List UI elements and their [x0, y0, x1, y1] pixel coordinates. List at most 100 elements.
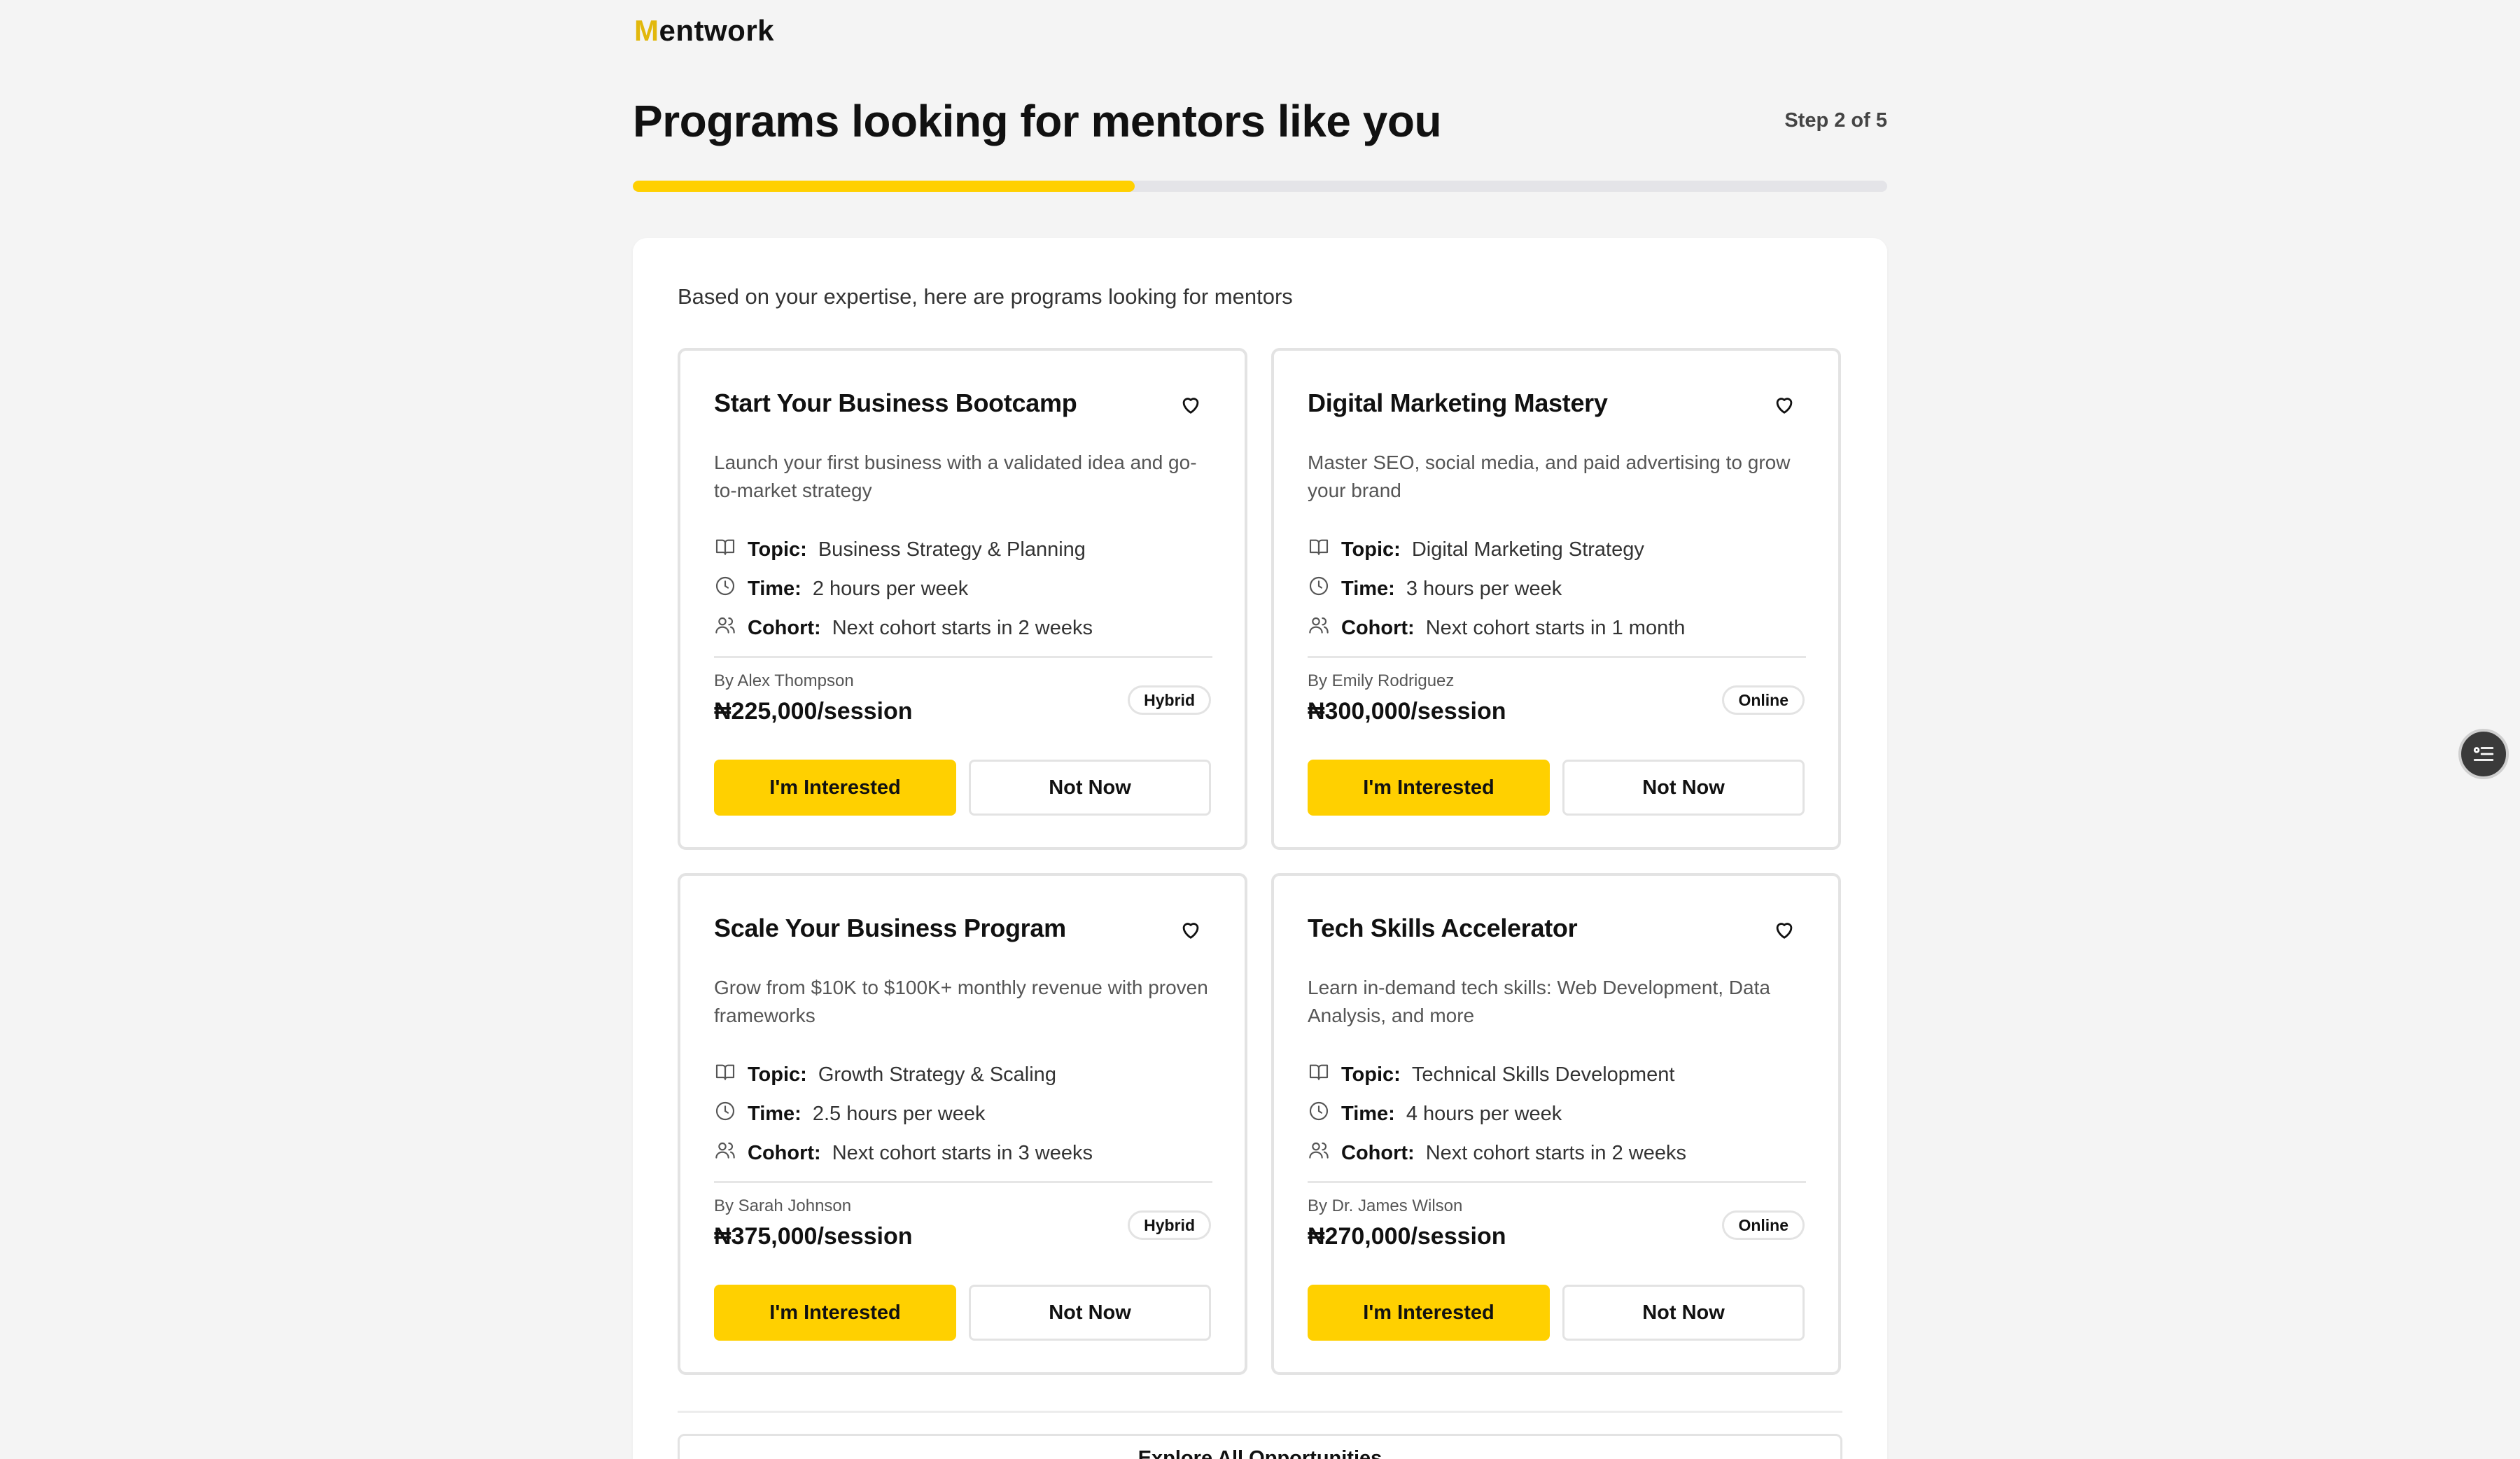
program-card: Start Your Business Bootcamp Launch your…: [678, 348, 1247, 850]
time-value: 2 hours per week: [812, 577, 969, 600]
program-author: By Sarah Johnson: [714, 1196, 852, 1215]
cohort-label: Cohort:: [748, 616, 821, 639]
interested-button[interactable]: I'm Interested: [714, 760, 956, 816]
cohort-row: Cohort: Next cohort starts in 2 weeks: [1308, 1139, 1686, 1167]
topic-value: Technical Skills Development: [1411, 1063, 1675, 1086]
time-label: Time:: [748, 1102, 802, 1125]
program-title: Start Your Business Bootcamp: [714, 389, 1077, 417]
explore-all-button[interactable]: Explore All Opportunities: [678, 1434, 1842, 1459]
time-value: 2.5 hours per week: [812, 1102, 986, 1125]
program-title: Digital Marketing Mastery: [1308, 389, 1608, 417]
topic-value: Growth Strategy & Scaling: [818, 1063, 1056, 1086]
topic-label: Topic:: [748, 1063, 807, 1086]
heart-icon[interactable]: [1179, 393, 1203, 417]
mode-badge: Hybrid: [1128, 685, 1211, 715]
page-title: Programs looking for mentors like you: [633, 96, 1442, 146]
card-divider: [714, 656, 1212, 658]
program-card: Tech Skills Accelerator Learn in-demand …: [1271, 873, 1841, 1375]
time-row: Time: 2.5 hours per week: [714, 1100, 985, 1128]
program-description: Master SEO, social media, and paid adver…: [1308, 452, 1791, 501]
book-icon: [714, 536, 748, 564]
program-description: Grow from $10K to $100K+ monthly revenue…: [714, 977, 1208, 1026]
cohort-value: Next cohort starts in 3 weeks: [832, 1141, 1093, 1164]
program-price: ₦375,000/session: [714, 1223, 913, 1250]
program-author: By Dr. James Wilson: [1308, 1196, 1463, 1215]
logo-text: entwork: [659, 14, 775, 47]
topic-row: Topic: Business Strategy & Planning: [714, 536, 1086, 564]
time-row: Time: 2 hours per week: [714, 575, 968, 603]
heart-icon[interactable]: [1772, 918, 1796, 942]
topic-row: Topic: Technical Skills Development: [1308, 1061, 1674, 1089]
topic-label: Topic:: [748, 538, 807, 561]
users-icon: [714, 614, 748, 642]
mode-badge: Hybrid: [1128, 1210, 1211, 1240]
clock-icon: [1308, 575, 1341, 603]
cohort-value: Next cohort starts in 1 month: [1425, 616, 1686, 639]
book-icon: [1308, 536, 1341, 564]
topic-value: Business Strategy & Planning: [818, 538, 1086, 561]
program-card: Digital Marketing Mastery Master SEO, so…: [1271, 348, 1841, 850]
time-value: 3 hours per week: [1406, 577, 1562, 600]
mode-badge: Online: [1722, 1210, 1805, 1240]
progress-fill: [633, 181, 1135, 192]
time-row: Time: 4 hours per week: [1308, 1100, 1562, 1128]
not-now-button[interactable]: Not Now: [1562, 760, 1805, 816]
cohort-label: Cohort:: [1341, 1141, 1415, 1164]
topic-label: Topic:: [1341, 1063, 1401, 1086]
program-description: Launch your first business with a valida…: [714, 452, 1197, 501]
users-icon: [1308, 614, 1341, 642]
logo-accent-letter: M: [634, 14, 659, 47]
program-price: ₦225,000/session: [714, 698, 913, 725]
program-author: By Alex Thompson: [714, 671, 854, 690]
floating-menu-button[interactable]: [2458, 729, 2509, 779]
cohort-value: Next cohort starts in 2 weeks: [832, 616, 1093, 639]
card-divider: [1308, 1181, 1806, 1183]
book-icon: [714, 1061, 748, 1089]
card-divider: [714, 1181, 1212, 1183]
program-price: ₦270,000/session: [1308, 1223, 1506, 1250]
card-divider: [1308, 656, 1806, 658]
time-label: Time:: [748, 577, 802, 600]
logo[interactable]: Mentwork: [634, 14, 774, 48]
program-author: By Emily Rodriguez: [1308, 671, 1455, 690]
users-icon: [714, 1139, 748, 1167]
cohort-row: Cohort: Next cohort starts in 2 weeks: [714, 614, 1093, 642]
program-price: ₦300,000/session: [1308, 698, 1506, 725]
topic-row: Topic: Digital Marketing Strategy: [1308, 536, 1644, 564]
program-title: Tech Skills Accelerator: [1308, 914, 1578, 942]
cohort-row: Cohort: Next cohort starts in 1 month: [1308, 614, 1685, 642]
program-description: Learn in-demand tech skills: Web Develop…: [1308, 977, 1770, 1026]
topic-value: Digital Marketing Strategy: [1411, 538, 1644, 561]
divider: [678, 1411, 1842, 1413]
not-now-button[interactable]: Not Now: [969, 760, 1211, 816]
list-icon: [2473, 747, 2494, 761]
clock-icon: [1308, 1100, 1341, 1128]
cohort-label: Cohort:: [748, 1141, 821, 1164]
topic-row: Topic: Growth Strategy & Scaling: [714, 1061, 1056, 1089]
users-icon: [1308, 1139, 1341, 1167]
topic-label: Topic:: [1341, 538, 1401, 561]
book-icon: [1308, 1061, 1341, 1089]
program-card: Scale Your Business Program Grow from $1…: [678, 873, 1247, 1375]
page: Mentwork Programs looking for mentors li…: [0, 0, 2520, 1459]
time-row: Time: 3 hours per week: [1308, 575, 1562, 603]
mode-badge: Online: [1722, 685, 1805, 715]
interested-button[interactable]: I'm Interested: [714, 1285, 956, 1341]
cohort-label: Cohort:: [1341, 616, 1415, 639]
heart-icon[interactable]: [1772, 393, 1796, 417]
clock-icon: [714, 1100, 748, 1128]
time-label: Time:: [1341, 1102, 1395, 1125]
not-now-button[interactable]: Not Now: [1562, 1285, 1805, 1341]
time-label: Time:: [1341, 577, 1395, 600]
step-indicator: Step 2 of 5: [1784, 109, 1887, 132]
heart-icon[interactable]: [1179, 918, 1203, 942]
time-value: 4 hours per week: [1406, 1102, 1562, 1125]
intro-text: Based on your expertise, here are progra…: [678, 284, 1293, 309]
cohort-value: Next cohort starts in 2 weeks: [1425, 1141, 1687, 1164]
interested-button[interactable]: I'm Interested: [1308, 1285, 1550, 1341]
not-now-button[interactable]: Not Now: [969, 1285, 1211, 1341]
clock-icon: [714, 575, 748, 603]
progress-bar: [633, 181, 1887, 192]
interested-button[interactable]: I'm Interested: [1308, 760, 1550, 816]
cohort-row: Cohort: Next cohort starts in 3 weeks: [714, 1139, 1093, 1167]
